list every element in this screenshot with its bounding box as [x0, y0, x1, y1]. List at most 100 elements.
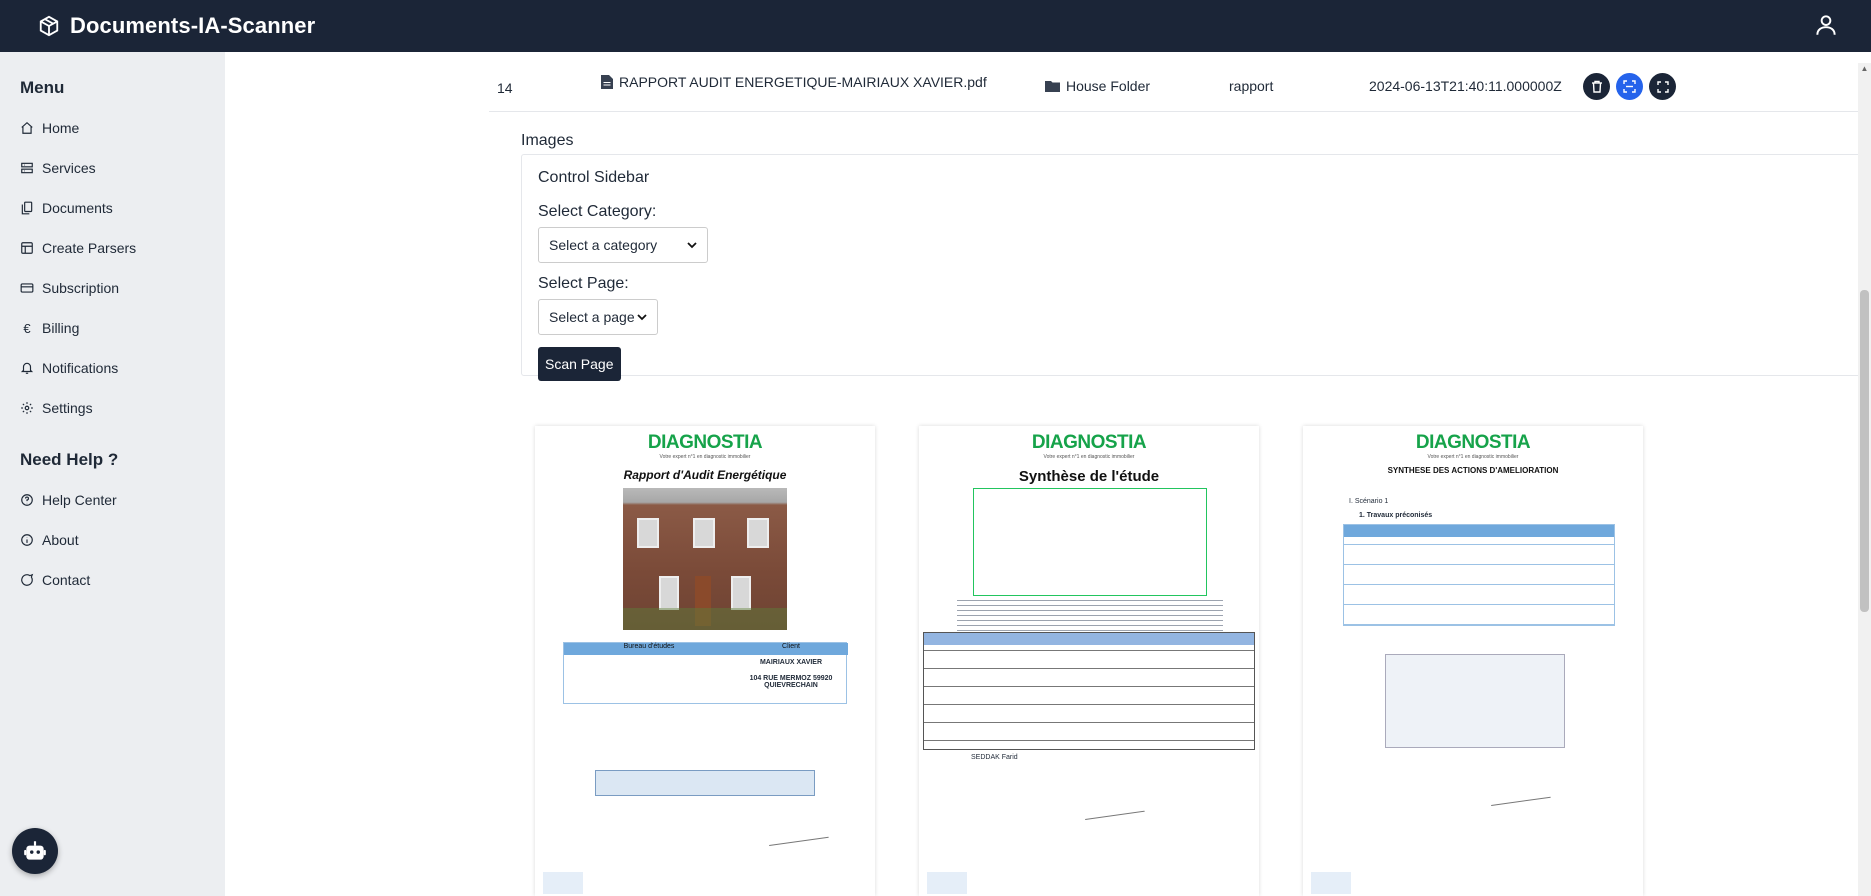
- bao-logo: [595, 770, 815, 796]
- scenario-label: I. Scénario 1: [1349, 498, 1389, 505]
- page-thumbnail-2[interactable]: DIAGNOSTIA Votre expert n°1 en diagnostic…: [919, 426, 1259, 896]
- page-select[interactable]: Select a page: [538, 299, 658, 335]
- sidebar-item-label: About: [42, 532, 79, 548]
- top-navbar: Documents-IA-Scanner: [0, 0, 1871, 52]
- sidebar: Menu Home Services Documents Create Pars…: [0, 52, 225, 896]
- parsers-icon: [21, 242, 33, 254]
- cube-logo-icon: [39, 15, 59, 37]
- scan-icon: [1623, 80, 1636, 93]
- page-label: Select Page:: [538, 275, 629, 292]
- sidebar-item-label: Settings: [42, 400, 93, 416]
- robot-icon: [24, 841, 46, 860]
- file-icon: [601, 75, 613, 89]
- control-sidebar: Control Sidebar Select Category: Select …: [521, 154, 1871, 381]
- help-circle-icon: [21, 494, 33, 506]
- file-cell: RAPPORT AUDIT ENERGETIQUE-MAIRIAUX XAVIE…: [601, 74, 987, 90]
- page-title: Synthèse de l'étude: [1018, 468, 1160, 485]
- diagnostia-logo: DIAGNOSTIA Votre expert n°1 en diagnostic…: [1031, 432, 1147, 460]
- sidebar-item-settings[interactable]: Settings: [20, 388, 225, 428]
- sidebar-item-label: Billing: [42, 320, 80, 336]
- scan-document-button[interactable]: [1616, 73, 1643, 100]
- user-icon[interactable]: [1813, 12, 1839, 38]
- summary-box: [973, 488, 1207, 596]
- works-table: [1343, 524, 1615, 626]
- sidebar-item-label: Services: [42, 160, 96, 176]
- folder-icon: [1045, 81, 1060, 92]
- signature-image: [1487, 769, 1551, 807]
- page-thumbnails: DIAGNOSTIA Votre expert n°1 en diagnostic…: [535, 426, 1871, 896]
- sidebar-item-contact[interactable]: Contact: [20, 560, 225, 600]
- app-title: Documents-IA-Scanner: [70, 13, 316, 38]
- sidebar-item-services[interactable]: Services: [20, 148, 225, 188]
- gear-icon: [21, 402, 33, 414]
- signature-image: [1081, 783, 1145, 821]
- home-icon: [21, 121, 33, 134]
- rge-logo: [927, 872, 967, 894]
- row-actions: [1583, 73, 1676, 100]
- sidebar-item-documents[interactable]: Documents: [20, 188, 225, 228]
- document-type: rapport: [1229, 78, 1274, 94]
- results-table: [923, 632, 1255, 750]
- page-thumbnail-3[interactable]: DIAGNOSTIA Votre expert n°1 en diagnostic…: [1303, 426, 1643, 896]
- subsection-label: 1. Travaux préconisés: [1359, 512, 1433, 519]
- page-thumbnail-1[interactable]: DIAGNOSTIA Votre expert n°1 en diagnostic…: [535, 426, 875, 896]
- control-title: Control Sidebar: [538, 169, 650, 186]
- category-label: Select Category:: [538, 203, 657, 220]
- folder-name: House Folder: [1066, 78, 1151, 94]
- sidebar-item-create-parsers[interactable]: Create Parsers: [20, 228, 225, 268]
- sidebar-item-billing[interactable]: € Billing: [20, 308, 225, 348]
- category-select-value: Select a category: [549, 237, 658, 253]
- chatbot-button[interactable]: [12, 828, 58, 874]
- page-select-value: Select a page: [549, 309, 635, 325]
- brand[interactable]: Documents-IA-Scanner: [38, 13, 315, 39]
- signature-text: SEDDAK Farid: [971, 754, 1018, 761]
- sidebar-item-help-center[interactable]: Help Center: [20, 480, 225, 520]
- card-icon: [20, 283, 34, 293]
- sidebar-item-about[interactable]: About: [20, 520, 225, 560]
- help-heading: Need Help ?: [20, 450, 119, 469]
- paragraph-block: [957, 600, 1223, 632]
- house-photo: [623, 488, 787, 630]
- document-date: 2024-06-13T21:40:11.000000Z: [1369, 78, 1562, 94]
- rge-logo: [1311, 872, 1351, 894]
- euro-icon: €: [23, 320, 31, 336]
- main-content: 14 RAPPORT AUDIT ENERGETIQUE-MAIRIAUX XA…: [225, 52, 1871, 896]
- delete-button[interactable]: [1583, 73, 1610, 100]
- row-id: 14: [497, 80, 513, 96]
- sidebar-item-notifications[interactable]: Notifications: [20, 348, 225, 388]
- file-name[interactable]: RAPPORT AUDIT ENERGETIQUE-MAIRIAUX XAVIE…: [619, 74, 987, 90]
- folder-cell: House Folder: [1045, 78, 1150, 94]
- menu-heading: Menu: [20, 78, 65, 97]
- sidebar-item-label: Help Center: [42, 492, 117, 508]
- table-row[interactable]: 14 RAPPORT AUDIT ENERGETIQUE-MAIRIAUX XA…: [489, 64, 1871, 112]
- category-select[interactable]: Select a category: [538, 227, 708, 263]
- bell-icon: [20, 362, 34, 374]
- sidebar-item-label: Notifications: [42, 360, 119, 376]
- signature-image: [765, 809, 829, 847]
- chat-icon: [21, 573, 34, 586]
- page-title: SYNTHESE DES ACTIONS D'AMELIORATION: [1387, 466, 1559, 475]
- sidebar-item-label: Subscription: [42, 280, 120, 296]
- page-title: Rapport d'Audit Energétique: [623, 468, 787, 482]
- fullscreen-button[interactable]: [1649, 73, 1676, 100]
- sidebar-item-subscription[interactable]: Subscription: [20, 268, 225, 308]
- chevron-down-icon: [687, 241, 697, 248]
- scan-page-button[interactable]: Scan Page: [538, 347, 621, 381]
- sidebar-item-label: Home: [42, 120, 80, 136]
- diagnostia-logo: DIAGNOSTIA Votre expert n°1 en diagnostic…: [647, 432, 763, 460]
- sidebar-item-home[interactable]: Home: [20, 108, 225, 148]
- scroll-up-arrow[interactable]: ▲: [1860, 64, 1869, 74]
- info-icon: [21, 534, 33, 546]
- images-heading: Images: [521, 132, 574, 149]
- software-screenshot: [1385, 654, 1565, 748]
- sidebar-item-label: Documents: [42, 200, 113, 216]
- sidebar-item-label: Contact: [42, 572, 91, 588]
- scrollbar-thumb[interactable]: [1860, 290, 1869, 612]
- rge-logo: [543, 872, 583, 894]
- diagnostia-logo: DIAGNOSTIA Votre expert n°1 en diagnostic…: [1415, 432, 1531, 460]
- info-table: Bureau d'études Client MAIRIAUX XAVIER 1…: [563, 642, 848, 704]
- chevron-down-icon: [637, 313, 647, 320]
- sidebar-item-label: Create Parsers: [42, 240, 137, 256]
- trash-icon: [1591, 80, 1602, 93]
- services-icon: [21, 162, 33, 174]
